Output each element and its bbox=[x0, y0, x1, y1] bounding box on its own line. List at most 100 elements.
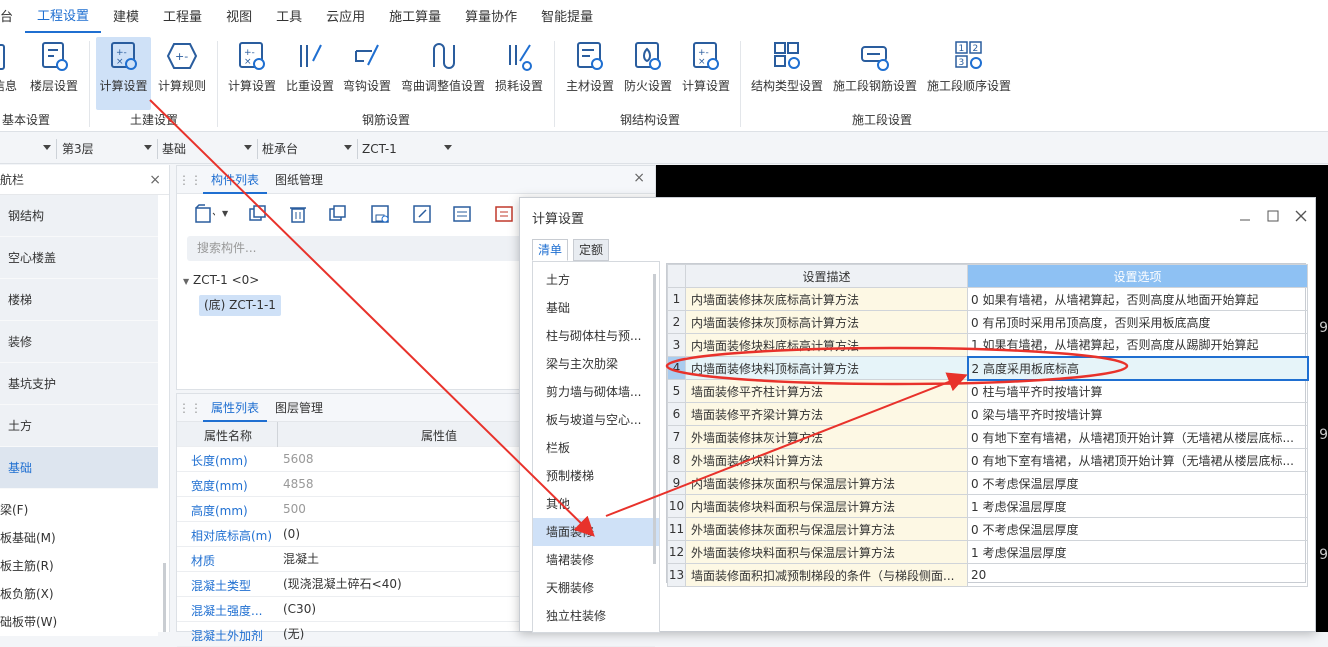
nav-subitem[interactable]: 板主筋(R) bbox=[0, 552, 158, 580]
dialog-title: 计算设置 bbox=[532, 212, 585, 227]
dropdown-category[interactable]: 基础 bbox=[162, 137, 256, 160]
table-row[interactable]: 6 墙面装修平齐梁计算方法 0 梁与墙平齐时按墙计算 bbox=[667, 402, 1308, 426]
table-row[interactable]: 10 内墙面装修块料面积与保温层计算方法 1 考虑保温层厚度 bbox=[667, 494, 1308, 518]
structure-type-button[interactable]: 结构类型设置 bbox=[749, 37, 825, 101]
steel-calc-settings-button[interactable]: +- × 计算设置 bbox=[680, 37, 732, 101]
close-icon[interactable]: × bbox=[633, 170, 645, 186]
nav-subitem[interactable]: 板负筋(X) bbox=[0, 580, 158, 608]
table-row[interactable]: 5 墙面装修平齐柱计算方法 0 柱与墙平齐时按墙计算 bbox=[667, 379, 1308, 403]
drag-handle-icon[interactable]: ⋮⋮ bbox=[177, 173, 203, 187]
tab-layer-management[interactable]: 图层管理 bbox=[267, 394, 331, 422]
new-component-icon[interactable] bbox=[193, 203, 215, 225]
table-row[interactable]: 11 外墙面装修抹灰面积与保温层计算方法 0 不考虑保温层厚度 bbox=[667, 517, 1308, 541]
minimize-icon[interactable] bbox=[1237, 208, 1253, 224]
tab-drawing-management[interactable]: 图纸管理 bbox=[267, 166, 331, 194]
category-item[interactable]: 剪力墙与砌体墙... bbox=[533, 378, 659, 406]
table-row[interactable]: 9 内墙面装修抹灰面积与保温层计算方法 0 不考虑保温层厚度 bbox=[667, 471, 1308, 495]
menu-quantity[interactable]: 工程量 bbox=[151, 0, 214, 33]
section-rebar-button[interactable]: 施工段钢筋设置 bbox=[832, 37, 918, 101]
category-item[interactable]: 墙裙装修 bbox=[533, 546, 659, 574]
main-material-button[interactable]: 主材设置 bbox=[564, 37, 616, 101]
category-item[interactable]: 预制楼梯 bbox=[533, 462, 659, 490]
tab-quota[interactable]: 定额 bbox=[573, 239, 610, 261]
menu-collaboration[interactable]: 算量协作 bbox=[453, 0, 529, 33]
rebar-calc-settings-button[interactable]: +- × 计算设置 bbox=[226, 37, 278, 101]
category-item[interactable]: 基础 bbox=[533, 294, 659, 322]
menu-smart-extract[interactable]: 智能提量 bbox=[529, 0, 605, 33]
drag-handle-icon[interactable]: ⋮⋮ bbox=[177, 401, 203, 415]
category-item[interactable]: 板与坡道与空心... bbox=[533, 406, 659, 434]
category-item[interactable]: 土方 bbox=[533, 266, 659, 294]
scrollbar[interactable] bbox=[653, 274, 656, 564]
menu-project-settings[interactable]: 工程设置 bbox=[25, 0, 102, 33]
category-item-selected[interactable]: 墙面装修 bbox=[533, 518, 659, 546]
fireproof-button[interactable]: 防火设置 bbox=[622, 37, 674, 101]
category-item[interactable]: 天棚装修 bbox=[533, 574, 659, 602]
table-row-selected[interactable]: 4 内墙面装修块料顶标高计算方法 2 高度采用板底标高 bbox=[667, 355, 1309, 381]
bend-adjust-button[interactable]: 弯曲调整值设置 bbox=[400, 37, 486, 101]
section-order-button[interactable]: 123 施工段顺序设置 bbox=[926, 37, 1012, 101]
menu-cloud[interactable]: 云应用 bbox=[314, 0, 377, 33]
edit-icon[interactable] bbox=[411, 203, 433, 225]
table-row[interactable]: 7 外墙面装修抹灰计算方法 0 有地下室有墙裙，从墙裙顶开始计算（无墙裙从楼层底标.… bbox=[667, 425, 1308, 449]
nav-item-steel[interactable]: 钢结构 bbox=[0, 195, 158, 237]
chevron-down-icon bbox=[43, 145, 51, 150]
category-item[interactable]: 柱与砌体柱与预... bbox=[533, 322, 659, 350]
nav-item-earthwork[interactable]: 土方 bbox=[0, 405, 158, 447]
list-icon[interactable] bbox=[451, 203, 473, 225]
search-input[interactable]: 搜索构件... bbox=[187, 236, 532, 261]
menu-platform[interactable]: 台 bbox=[0, 0, 25, 33]
scrollbar[interactable] bbox=[163, 563, 166, 632]
close-icon[interactable]: × bbox=[149, 165, 161, 195]
settings-table: 设置描述 设置选项 1 内墙面装修抹灰底标高计算方法 0 如果有墙裙，从墙裙算起，否… bbox=[666, 263, 1309, 587]
section-rebar-icon bbox=[861, 46, 889, 71]
category-item[interactable]: 独立柱装修 bbox=[533, 602, 659, 630]
table-row[interactable]: 12 外墙面装修块料面积与保温层计算方法 1 考虑保温层厚度 bbox=[667, 540, 1308, 564]
tab-bill[interactable]: 清单 bbox=[532, 239, 569, 261]
close-icon[interactable] bbox=[1293, 208, 1309, 224]
civil-calc-settings-button[interactable]: +- × 计算设置 bbox=[96, 37, 151, 110]
tab-property-list[interactable]: 属性列表 bbox=[203, 394, 268, 422]
floor-settings-button[interactable]: 楼层设置 bbox=[28, 37, 80, 101]
chevron-down-icon[interactable]: ▼ bbox=[222, 209, 228, 218]
fireproof-icon bbox=[635, 42, 661, 70]
nav-item-decoration[interactable]: 装修 bbox=[0, 321, 158, 363]
dropdown-element-type[interactable]: 桩承台 bbox=[262, 137, 356, 160]
nav-item-pit-support[interactable]: 基坑支护 bbox=[0, 363, 158, 405]
menu-view[interactable]: 视图 bbox=[214, 0, 264, 33]
info-button[interactable]: 信息 bbox=[0, 37, 20, 101]
nav-subitem[interactable]: 梁(F) bbox=[0, 496, 158, 524]
tree-item-selected[interactable]: (底) ZCT-1-1 bbox=[199, 295, 281, 316]
nav-item-foundation[interactable]: 基础 bbox=[0, 447, 158, 489]
menu-tools[interactable]: 工具 bbox=[264, 0, 314, 33]
table-row[interactable]: 2 内墙面装修抹灰顶标高计算方法 0 有吊顶时采用吊顶高度，否则采用板底高度 bbox=[667, 310, 1308, 334]
maximize-icon[interactable] bbox=[1265, 208, 1281, 224]
menu-modeling[interactable]: 建模 bbox=[101, 0, 151, 33]
table-row[interactable]: 3 内墙面装修块料底标高计算方法 1 如果有墙裙，从墙裙算起，否则高度从踢脚开始算起 bbox=[667, 333, 1308, 357]
delete-icon[interactable] bbox=[287, 203, 309, 225]
calc-rules-button[interactable]: +- 计算规则 bbox=[156, 37, 208, 101]
category-item[interactable]: 栏板 bbox=[533, 434, 659, 462]
loss-settings-button[interactable]: 损耗设置 bbox=[493, 37, 545, 101]
table-row[interactable]: 8 外墙面装修块料计算方法 0 有地下室有墙裙，从墙裙顶开始计算（无墙裙从楼层底标.… bbox=[667, 448, 1308, 472]
menu-construction-qty[interactable]: 施工算量 bbox=[377, 0, 453, 33]
weight-settings-button[interactable]: 比重设置 bbox=[284, 37, 336, 101]
tab-component-list[interactable]: 构件列表 bbox=[203, 166, 268, 194]
structure-type-icon bbox=[774, 42, 800, 69]
nav-item-hollow-slab[interactable]: 空心楼盖 bbox=[0, 237, 158, 279]
table-row[interactable]: 13 墙面装修面积扣减预制梯段的条件（与梯段侧面... 20 bbox=[667, 563, 1308, 587]
hook-settings-button[interactable]: 弯钩设置 bbox=[341, 37, 393, 101]
copy-layer-icon[interactable] bbox=[327, 203, 349, 225]
category-item[interactable]: 梁与主次肋梁 bbox=[533, 350, 659, 378]
save-icon[interactable] bbox=[369, 203, 391, 225]
table-row[interactable]: 1 内墙面装修抹灰底标高计算方法 0 如果有墙裙，从墙裙算起，否则高度从地面开始算起 bbox=[667, 287, 1308, 311]
nav-subitem[interactable]: 板基础(M) bbox=[0, 524, 158, 552]
dropdown-element[interactable]: ZCT-1 bbox=[362, 137, 456, 160]
copy-icon[interactable] bbox=[247, 203, 269, 225]
category-item[interactable]: 其他 bbox=[533, 490, 659, 518]
nav-item-stairs[interactable]: 楼梯 bbox=[0, 279, 158, 321]
dropdown-building[interactable] bbox=[0, 137, 55, 160]
dropdown-floor[interactable]: 第3层 bbox=[62, 137, 156, 160]
filter-icon[interactable] bbox=[493, 203, 515, 225]
tree-root[interactable]: ▼ ZCT-1 <0> bbox=[183, 273, 259, 287]
